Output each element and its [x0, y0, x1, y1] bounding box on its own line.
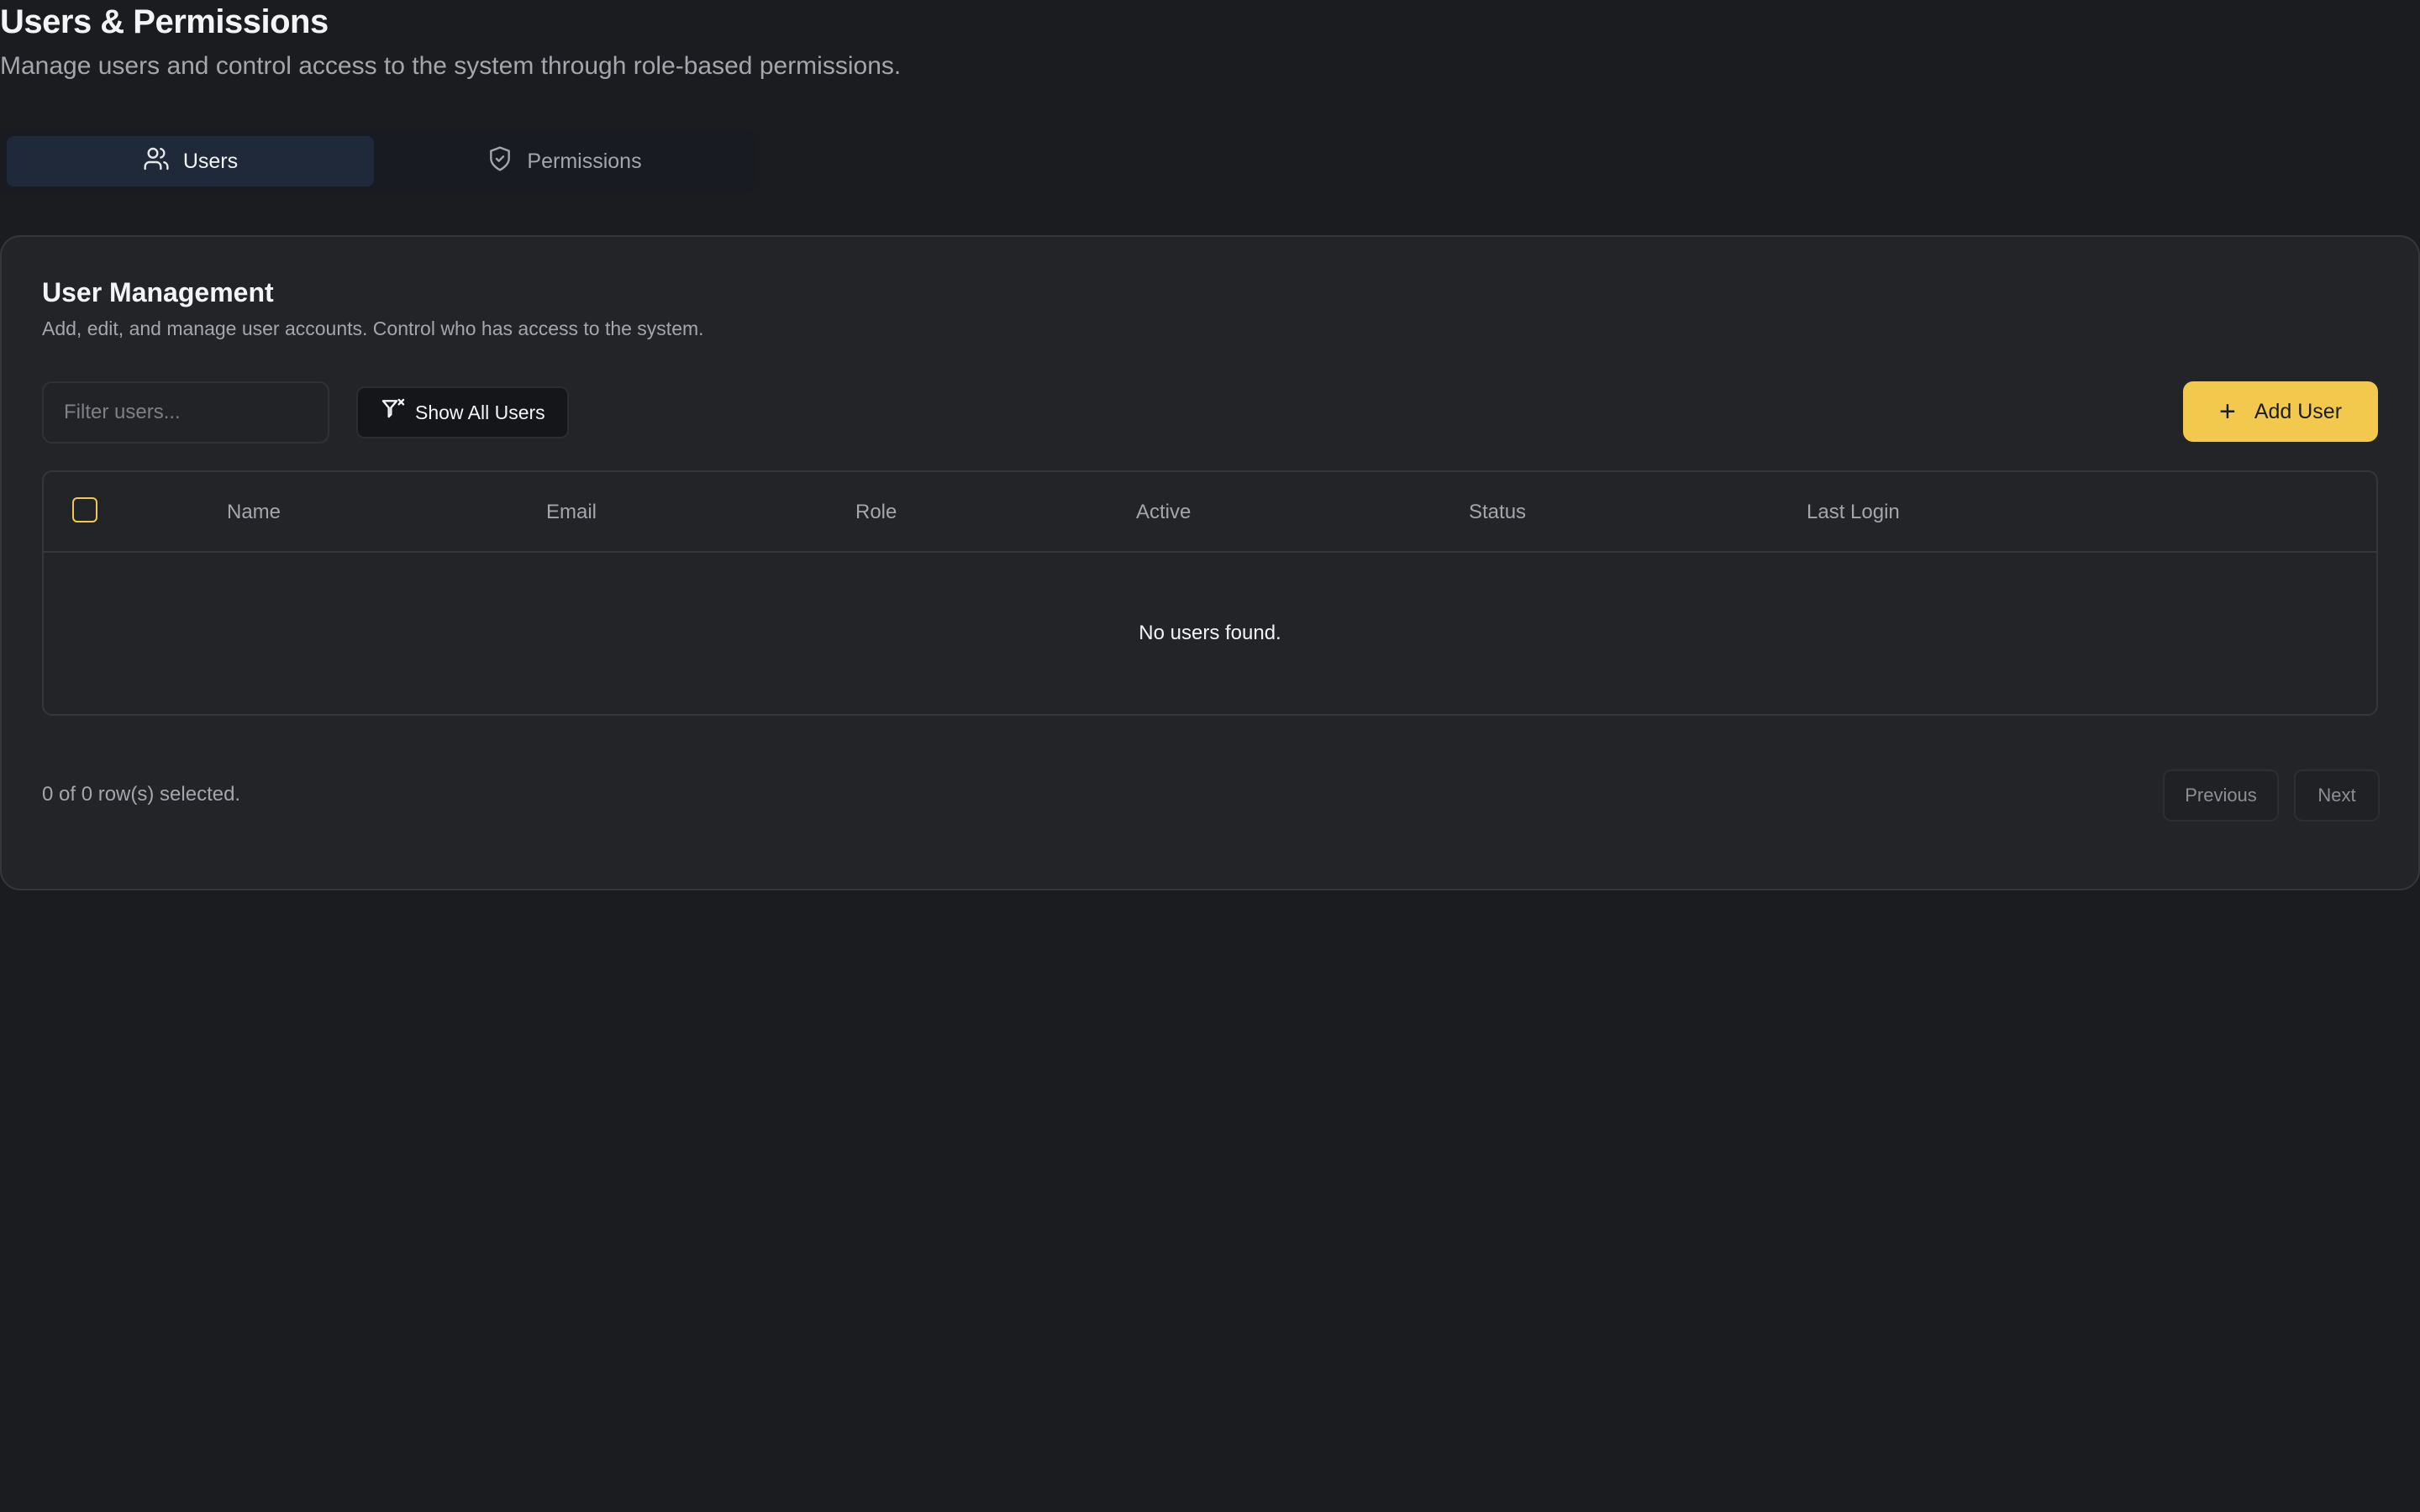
- plus-icon: +: [2218, 396, 2236, 428]
- show-all-users-button[interactable]: Show All Users: [356, 386, 569, 438]
- column-header-active[interactable]: Active: [1136, 472, 1191, 553]
- tab-users[interactable]: Users: [7, 136, 374, 186]
- column-header-status[interactable]: Status: [1469, 472, 1526, 553]
- column-header-role[interactable]: Role: [855, 472, 897, 553]
- tab-permissions-label: Permissions: [527, 149, 642, 173]
- next-page-button[interactable]: Next: [2294, 769, 2380, 822]
- tab-permissions[interactable]: Permissions: [381, 136, 748, 186]
- filter-users-input[interactable]: [42, 381, 329, 444]
- tab-list: Users Permissions: [0, 129, 755, 193]
- page-title: Users & Permissions: [0, 3, 329, 40]
- users-icon: [143, 145, 170, 178]
- user-management-card: User Management Add, edit, and manage us…: [0, 235, 2420, 890]
- add-user-button[interactable]: + Add User: [2183, 381, 2378, 442]
- previous-page-button[interactable]: Previous: [2163, 769, 2279, 822]
- users-table: Name Email Role Active Status Last Login…: [42, 470, 2378, 716]
- page: Users & Permissions Manage users and con…: [0, 0, 2420, 1512]
- shield-check-icon: [487, 145, 513, 178]
- column-header-name[interactable]: Name: [227, 472, 281, 553]
- table-header: Name Email Role Active Status Last Login: [44, 472, 2376, 553]
- column-header-last-login[interactable]: Last Login: [1807, 472, 1900, 553]
- column-header-email[interactable]: Email: [546, 472, 597, 553]
- row-selection-status: 0 of 0 row(s) selected.: [42, 783, 241, 806]
- add-user-label: Add User: [2254, 399, 2343, 423]
- select-all-checkbox[interactable]: [72, 497, 97, 522]
- show-all-users-label: Show All Users: [415, 401, 545, 423]
- card-description: Add, edit, and manage user accounts. Con…: [42, 318, 704, 339]
- empty-table-message: No users found.: [1139, 622, 1281, 644]
- tab-users-label: Users: [182, 149, 239, 173]
- filter-x-icon: [380, 396, 407, 428]
- card-title: User Management: [42, 277, 274, 307]
- page-subtitle: Manage users and control access to the s…: [0, 52, 902, 80]
